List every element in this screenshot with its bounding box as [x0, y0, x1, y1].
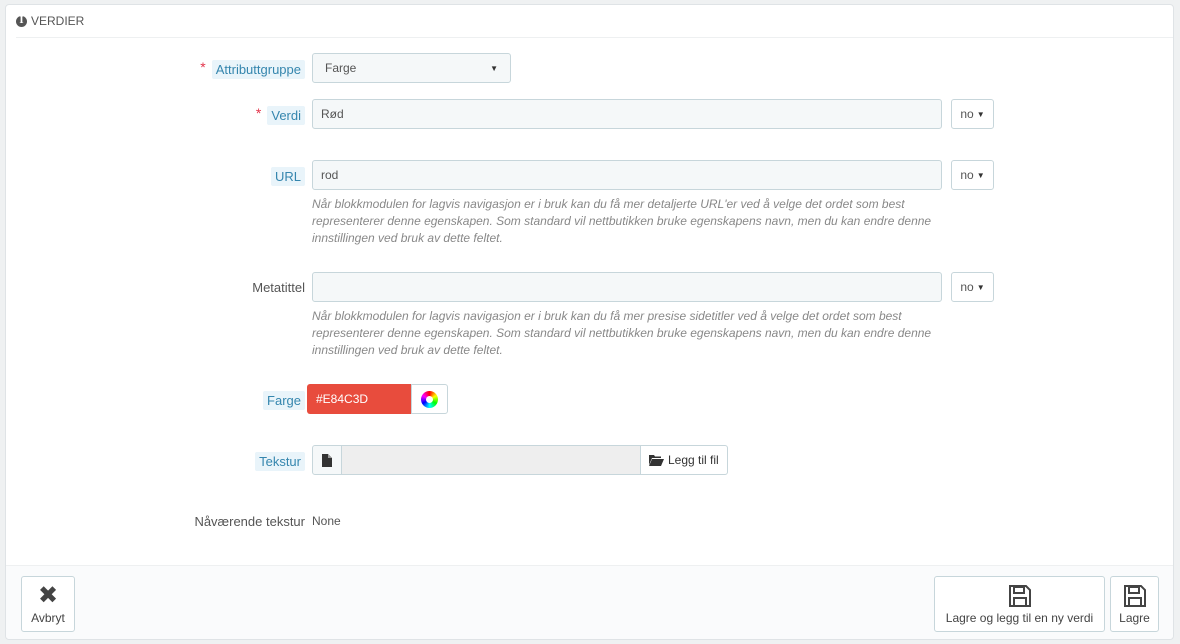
caret-down-icon: ▼	[976, 282, 985, 292]
panel-title: Verdier	[31, 14, 85, 28]
cancel-button[interactable]: ✖ Avbryt	[21, 576, 75, 632]
meta-title-language-dropdown[interactable]: no ▼	[951, 272, 994, 302]
texture-label: Tekstur	[255, 452, 305, 471]
info-icon: i	[16, 15, 27, 27]
save-and-add-button[interactable]: Lagre og legg til en ny verdi	[934, 576, 1105, 632]
required-mark: *	[255, 105, 262, 121]
value-label: * Verdi	[255, 105, 305, 125]
file-icon	[312, 445, 342, 475]
panel-heading: i Verdier	[16, 5, 1173, 38]
url-language-dropdown[interactable]: no ▼	[951, 160, 994, 190]
attribute-group-select[interactable]: Farge ▼	[312, 53, 511, 83]
current-texture-label: Nåværende tekstur	[194, 514, 305, 529]
current-texture-value: None	[312, 514, 341, 528]
save-icon	[1008, 584, 1031, 607]
texture-file-group: Legg til fil	[312, 445, 728, 475]
url-input[interactable]: rod	[312, 160, 942, 190]
meta-title-input[interactable]	[312, 272, 942, 302]
url-label: URL	[270, 167, 305, 186]
caret-down-icon: ▼	[976, 109, 985, 119]
close-icon: ✖	[37, 581, 59, 609]
meta-title-help-text: Når blokkmodulen for lagvis navigasjon e…	[312, 309, 932, 357]
save-button[interactable]: Lagre	[1110, 576, 1159, 632]
folder-open-icon	[649, 455, 664, 466]
attribute-group-label: * Attributtgruppe	[200, 59, 305, 79]
color-wheel-icon	[421, 390, 438, 408]
color-picker-button[interactable]	[411, 384, 448, 414]
color-input[interactable]: #E84C3D	[307, 384, 412, 414]
values-panel: i Verdier * Attributtgruppe Farge ▼ * Verd…	[5, 4, 1174, 640]
value-language-dropdown[interactable]: no ▼	[951, 99, 994, 129]
meta-title-label: Metatittel	[252, 280, 305, 295]
value-input[interactable]: Rød	[312, 99, 942, 129]
save-icon	[1123, 584, 1146, 607]
panel-footer: ✖ Avbryt Lagre og legg til en ny verdi L…	[6, 565, 1173, 639]
caret-down-icon: ▼	[490, 63, 498, 73]
caret-down-icon: ▼	[976, 170, 985, 180]
url-help-text: Når blokkmodulen for lagvis navigasjon e…	[312, 197, 932, 245]
color-label: Farge	[263, 391, 305, 410]
required-mark: *	[200, 59, 206, 75]
texture-file-name[interactable]	[342, 445, 640, 475]
add-file-button[interactable]: Legg til fil	[640, 445, 728, 475]
